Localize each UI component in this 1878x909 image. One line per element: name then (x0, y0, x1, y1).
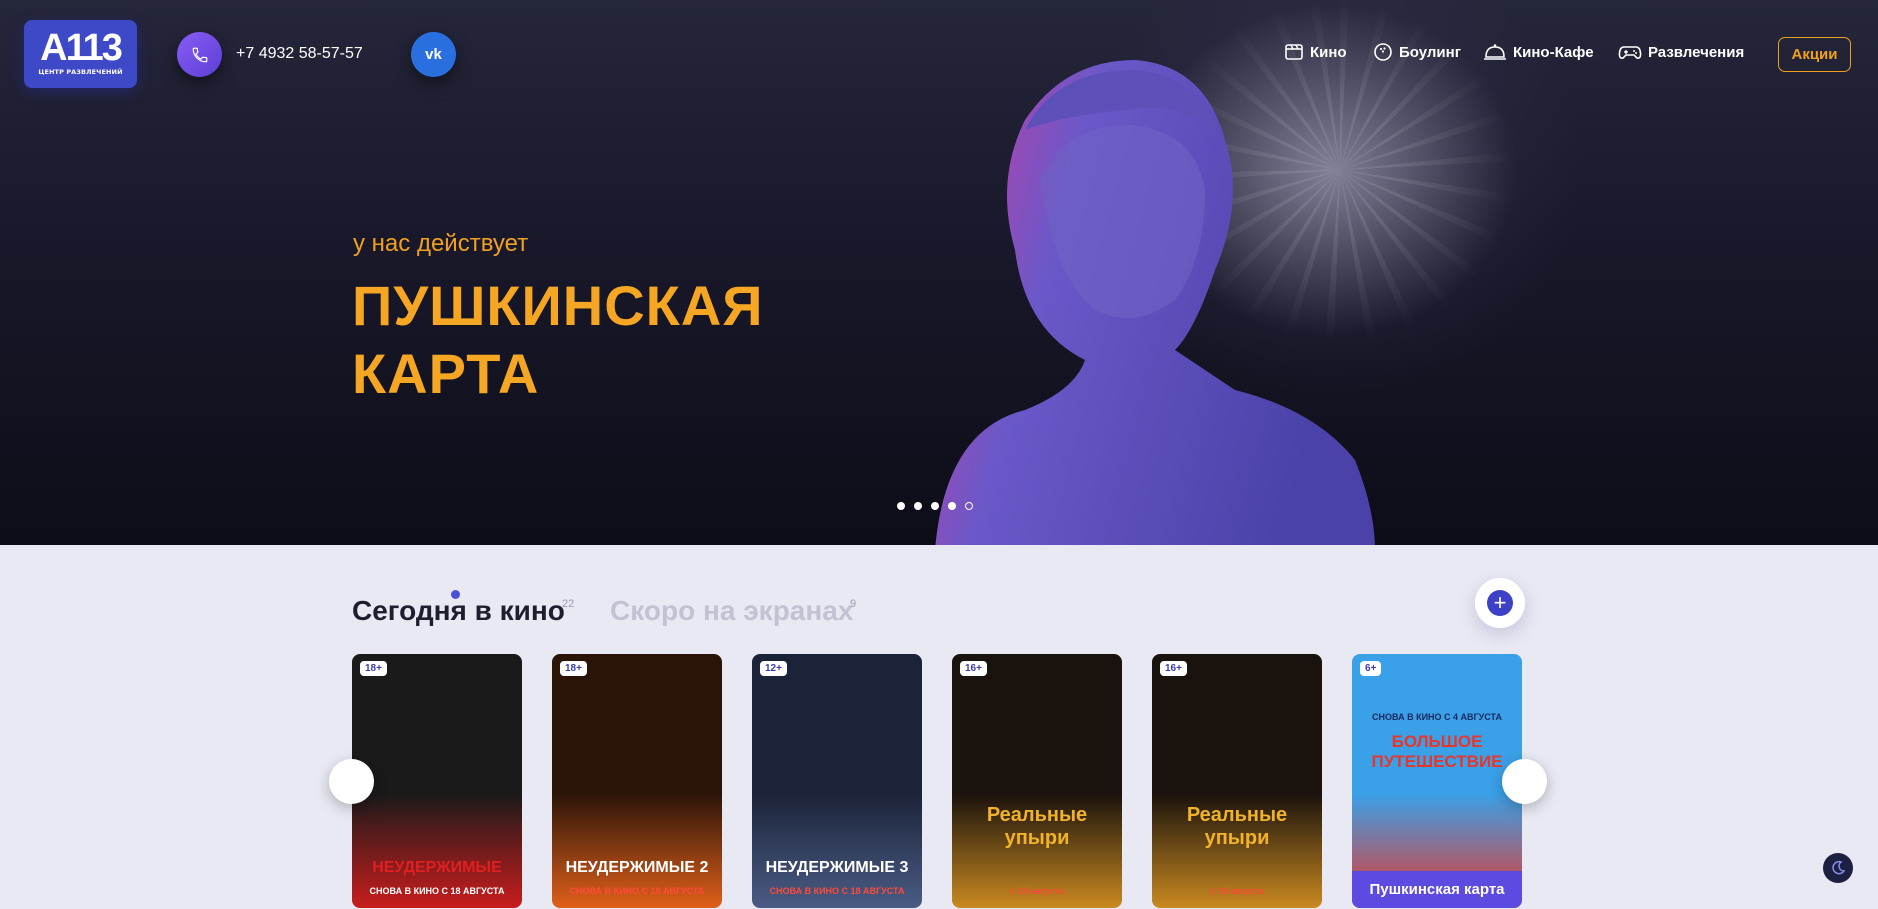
nav-label: Кино-Кафе (1513, 43, 1594, 61)
poster-title: Реальные упыри (986, 804, 1088, 849)
nav-label: Боулинг (1399, 43, 1461, 61)
gamepad-icon (1618, 46, 1642, 59)
nav-label: Развлечения (1648, 43, 1745, 61)
nav-label: Кино (1310, 43, 1347, 61)
carousel-next-button[interactable] (1502, 759, 1547, 804)
poster-tagline: СНОВА В КИНО С 18 АВГУСТА (569, 886, 705, 896)
tab-coming-soon[interactable]: Скоро на экранах (610, 595, 853, 627)
poster-tagline: с 18 августа (1010, 886, 1064, 896)
poster-tagline: СНОВА В КИНО С 4 АВГУСТА (1372, 712, 1502, 722)
poster-title: БОЛЬШОЕ ПУТЕШЕСТВИЕ (1371, 732, 1503, 771)
movie-card[interactable]: 6+ БОЛЬШОЕ ПУТЕШЕСТВИЕ СНОВА В КИНО С 4 АВ… (1352, 654, 1522, 908)
hero-title: ПУШКИНСКАЯ КАРТА (352, 274, 764, 405)
nav-item-kino[interactable]: Кино (1284, 42, 1347, 62)
cloche-icon (1484, 44, 1506, 60)
movie-card[interactable]: 16+ Реальные упыри с 18 августа (1152, 654, 1322, 908)
slider-dot[interactable] (931, 502, 939, 510)
poster-title: НЕУДЕРЖИМЫЕ 2 (565, 859, 709, 876)
logo-subtitle: ЦЕНТР РАЗВЛЕЧЕНИЙ (38, 68, 123, 76)
tab-label: Сегодня в кино (352, 595, 565, 626)
phone-number-link[interactable]: +7 4932 58-57-57 (236, 45, 363, 63)
tab-soon-count: 9 (850, 598, 857, 610)
age-rating-badge: 16+ (1160, 661, 1187, 676)
vk-icon: vk (425, 46, 442, 63)
logo-text: А113 (40, 27, 123, 69)
film-icon (1285, 44, 1303, 60)
phone-button[interactable] (177, 32, 222, 77)
age-rating-badge: 6+ (1360, 661, 1382, 676)
tab-label: Скоро на экранах (610, 595, 854, 626)
add-button[interactable]: + (1475, 578, 1525, 628)
bowling-ball-icon (1374, 43, 1392, 61)
slider-pagination (897, 502, 973, 510)
poster-title: НЕУДЕРЖИМЫЕ (372, 859, 502, 876)
hero-banner[interactable]: А113 ЦЕНТР РАЗВЛЕЧЕНИЙ +7 4932 58-57-57 … (0, 0, 1878, 545)
vk-button[interactable]: vk (411, 32, 456, 77)
phone-icon (192, 47, 207, 62)
poster-tagline: СНОВА В КИНО С 18 АВГУСТА (769, 886, 905, 896)
movie-card[interactable]: 12+ НЕУДЕРЖИМЫЕ 3 СНОВА В КИНО С 18 АВГУСТ… (752, 654, 922, 908)
poster-tagline: СНОВА В КИНО С 18 АВГУСТА (369, 886, 505, 896)
hero-subtitle: у нас действует (353, 230, 529, 257)
poster-tagline: с 18 августа (1210, 886, 1264, 896)
slider-dot[interactable] (948, 502, 956, 510)
tab-now-count: 22 (562, 598, 575, 610)
age-rating-badge: 16+ (960, 661, 987, 676)
age-rating-badge: 12+ (760, 661, 787, 676)
slider-dot[interactable] (914, 502, 922, 510)
age-rating-badge: 18+ (360, 661, 387, 676)
poster-title: Реальные упыри (1186, 804, 1288, 849)
pushkin-card-tag: Пушкинская карта (1352, 871, 1522, 908)
carousel-prev-button[interactable] (329, 759, 374, 804)
movie-card[interactable]: 18+ НЕУДЕРЖИМЫЕ 2 СНОВА В КИНО С 18 АВГУСТ… (552, 654, 722, 908)
movie-card[interactable]: 16+ Реальные упыри с 18 августа (952, 654, 1122, 908)
logo[interactable]: А113 ЦЕНТР РАЗВЛЕЧЕНИЙ (24, 20, 137, 88)
nav-item-bowling[interactable]: Боулинг (1373, 42, 1461, 62)
slider-dot-active[interactable] (965, 502, 973, 510)
age-rating-badge: 18+ (560, 661, 587, 676)
plus-icon: + (1487, 590, 1513, 616)
movie-card[interactable]: 18+ НЕУДЕРЖИМЫЕ СНОВА В КИНО С 18 АВГУСТА (352, 654, 522, 908)
theme-toggle-button[interactable] (1823, 853, 1853, 883)
nav-item-entertainment[interactable]: Развлечения (1618, 42, 1744, 62)
poster-title: НЕУДЕРЖИМЫЕ 3 (765, 859, 909, 876)
slider-dot[interactable] (897, 502, 905, 510)
tab-now-showing[interactable]: Сегодня в кино (352, 595, 565, 627)
nav-item-kino-kafe[interactable]: Кино-Кафе (1483, 42, 1594, 62)
promotions-button[interactable]: Акции (1778, 37, 1851, 72)
pushkin-bust-image (935, 60, 1375, 545)
moon-icon (1832, 860, 1846, 875)
